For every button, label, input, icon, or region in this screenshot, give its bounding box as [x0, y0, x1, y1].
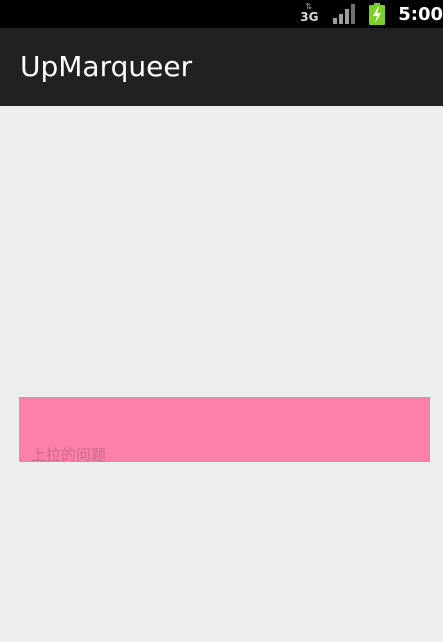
network-type-icon: ⇅ 3G — [300, 3, 322, 25]
marquee-text: 上拉的问题 — [31, 446, 107, 462]
action-bar: UpMarqueer — [0, 28, 443, 106]
status-icons: ⇅ 3G 5:00 — [300, 0, 443, 28]
content-area: 上拉的问题 — [0, 106, 443, 642]
clock: 5:00 — [398, 3, 443, 25]
status-bar: ⇅ 3G 5:00 — [0, 0, 443, 28]
battery-charging-icon — [369, 3, 386, 25]
signal-strength-icon — [333, 4, 356, 24]
network-type-label: 3G — [300, 10, 319, 24]
up-marquee-view[interactable]: 上拉的问题 — [19, 397, 430, 462]
app-title: UpMarqueer — [20, 50, 193, 83]
